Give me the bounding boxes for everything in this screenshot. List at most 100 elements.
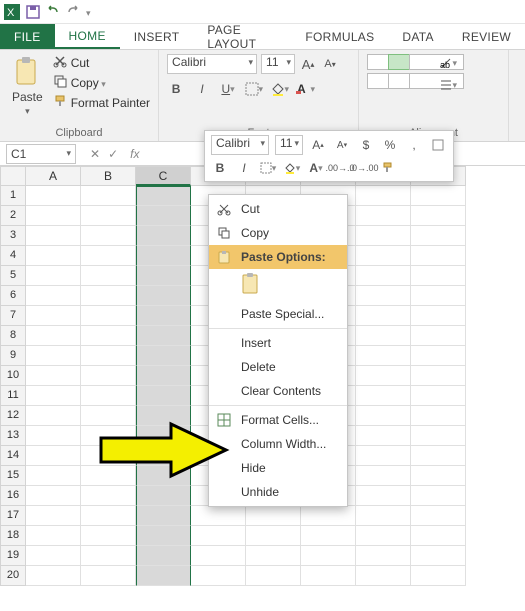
cell[interactable] (81, 246, 136, 266)
row-header[interactable]: 2 (0, 206, 26, 226)
cell[interactable] (191, 526, 246, 546)
cell[interactable] (136, 226, 191, 246)
cell[interactable] (356, 406, 411, 426)
qat-customize-icon[interactable] (86, 5, 91, 19)
cell[interactable] (136, 286, 191, 306)
cut-button[interactable]: Cut (53, 54, 150, 71)
cell[interactable] (356, 426, 411, 446)
column-header-A[interactable]: A (26, 166, 81, 186)
cell[interactable] (26, 486, 81, 506)
mini-decrease-font-icon[interactable]: A▾ (333, 136, 351, 154)
row-header[interactable]: 7 (0, 306, 26, 326)
cell[interactable] (411, 406, 466, 426)
cell[interactable] (246, 566, 301, 586)
row-header[interactable]: 1 (0, 186, 26, 206)
cell[interactable] (26, 266, 81, 286)
cell[interactable] (246, 506, 301, 526)
tab-home[interactable]: HOME (55, 24, 120, 49)
alignment-buttons[interactable] (367, 54, 427, 89)
cell[interactable] (81, 526, 136, 546)
tab-review[interactable]: REVIEW (448, 24, 525, 49)
redo-icon[interactable] (66, 5, 80, 19)
cell[interactable] (411, 506, 466, 526)
mini-fill-icon[interactable] (283, 159, 301, 177)
row-header[interactable]: 9 (0, 346, 26, 366)
cell[interactable] (411, 226, 466, 246)
row-header[interactable]: 8 (0, 326, 26, 346)
cell[interactable] (81, 226, 136, 246)
cell[interactable] (356, 486, 411, 506)
cell[interactable] (136, 186, 191, 206)
cell[interactable] (356, 226, 411, 246)
cell[interactable] (26, 306, 81, 326)
cell[interactable] (411, 366, 466, 386)
cell[interactable] (26, 526, 81, 546)
row-header[interactable]: 14 (0, 446, 26, 466)
cell[interactable] (411, 526, 466, 546)
cell[interactable] (26, 186, 81, 206)
copy-button[interactable]: Copy (53, 74, 150, 91)
cell[interactable] (411, 386, 466, 406)
row-header[interactable]: 15 (0, 466, 26, 486)
row-header[interactable]: 12 (0, 406, 26, 426)
font-size-select[interactable]: 11 (261, 54, 295, 74)
mini-font-size[interactable]: 11 (275, 135, 303, 155)
cell[interactable] (81, 486, 136, 506)
cell[interactable] (411, 426, 466, 446)
cell[interactable] (81, 186, 136, 206)
cell[interactable] (191, 506, 246, 526)
cell[interactable] (81, 206, 136, 226)
cell[interactable] (356, 186, 411, 206)
select-all-corner[interactable] (0, 166, 26, 186)
cell[interactable] (411, 546, 466, 566)
cell[interactable] (411, 306, 466, 326)
mini-borders-icon[interactable] (259, 159, 277, 177)
cell[interactable] (356, 566, 411, 586)
ctx-unhide[interactable]: Unhide (209, 480, 347, 504)
cell[interactable] (136, 486, 191, 506)
cell[interactable] (81, 566, 136, 586)
cell[interactable] (26, 346, 81, 366)
ctx-copy[interactable]: Copy (209, 221, 347, 245)
cell[interactable] (136, 506, 191, 526)
cell[interactable] (136, 386, 191, 406)
row-header[interactable]: 5 (0, 266, 26, 286)
cell[interactable] (411, 326, 466, 346)
bold-button[interactable]: B (167, 80, 185, 98)
mini-format-painter-icon[interactable] (379, 159, 397, 177)
ctx-insert[interactable]: Insert (209, 331, 347, 355)
increase-font-icon[interactable]: A▴ (299, 55, 317, 73)
ctx-clear-contents[interactable]: Clear Contents (209, 379, 347, 403)
cell[interactable] (136, 526, 191, 546)
tab-data[interactable]: DATA (388, 24, 447, 49)
cell[interactable] (136, 346, 191, 366)
cell[interactable] (136, 306, 191, 326)
tab-file[interactable]: FILE (0, 24, 55, 49)
ctx-cut[interactable]: Cut (209, 197, 347, 221)
cell[interactable] (411, 206, 466, 226)
cell[interactable] (136, 566, 191, 586)
cell[interactable] (356, 446, 411, 466)
row-header[interactable]: 17 (0, 506, 26, 526)
row-header[interactable]: 16 (0, 486, 26, 506)
cell[interactable] (356, 506, 411, 526)
cell[interactable] (136, 206, 191, 226)
cell[interactable] (81, 286, 136, 306)
cell[interactable] (301, 546, 356, 566)
cell[interactable] (411, 566, 466, 586)
cell[interactable] (246, 546, 301, 566)
borders-button[interactable] (245, 80, 263, 98)
mini-font-name[interactable]: Calibri (211, 135, 269, 155)
cell[interactable] (136, 366, 191, 386)
cell[interactable] (26, 206, 81, 226)
tab-formulas[interactable]: FORMULAS (291, 24, 388, 49)
tab-insert[interactable]: INSERT (120, 24, 194, 49)
cell[interactable] (81, 306, 136, 326)
cell[interactable] (136, 246, 191, 266)
cell[interactable] (356, 286, 411, 306)
cell[interactable] (356, 466, 411, 486)
cell[interactable] (356, 346, 411, 366)
cell[interactable] (136, 326, 191, 346)
cell[interactable] (136, 266, 191, 286)
cell[interactable] (356, 386, 411, 406)
